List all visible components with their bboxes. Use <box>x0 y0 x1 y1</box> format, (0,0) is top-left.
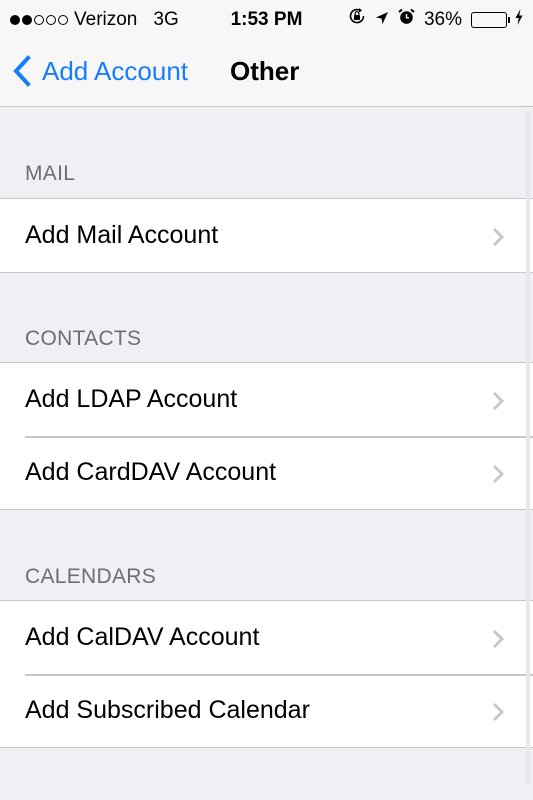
status-right: 36% <box>348 0 523 40</box>
list-item-add-carddav-account[interactable]: Add CardDAV Account <box>0 436 533 509</box>
list-item-label: Add Subscribed Calendar <box>25 696 310 724</box>
list-item-add-ldap-account[interactable]: Add LDAP Account <box>0 363 533 436</box>
list-item-add-mail-account[interactable]: Add Mail Account <box>0 199 533 272</box>
page-title: Other <box>230 55 300 86</box>
list-item-label: Add LDAP Account <box>25 385 238 413</box>
chevron-left-icon <box>13 55 31 87</box>
chevron-right-icon <box>492 227 505 246</box>
navigation-bar: Add Account Other <box>0 40 533 107</box>
section-contacts: Add LDAP Account Add CardDAV Account <box>0 362 533 510</box>
list-item-label: Add CardDAV Account <box>25 458 277 486</box>
back-button[interactable]: Add Account <box>12 40 188 102</box>
location-arrow-icon <box>375 0 389 40</box>
alarm-icon <box>398 0 415 40</box>
charging-bolt-icon <box>515 0 523 40</box>
battery-percentage: 36% <box>423 9 462 30</box>
section-header-calendars: CALENDARS <box>25 565 157 588</box>
list-item-label: Add Mail Account <box>25 221 219 249</box>
orientation-lock-icon <box>348 0 366 40</box>
list-item-label: Add CalDAV Account <box>25 623 260 651</box>
chevron-right-icon <box>492 629 505 648</box>
section-header-mail: MAIL <box>25 162 76 185</box>
list-item-add-caldav-account[interactable]: Add CalDAV Account <box>0 601 533 674</box>
scroll-indicator[interactable] <box>526 110 530 786</box>
section-header-contacts: CONTACTS <box>25 327 142 350</box>
section-mail: Add Mail Account <box>0 198 533 273</box>
chevron-right-icon <box>492 464 505 483</box>
status-bar: Verizon 3G 1:53 PM 36% <box>0 0 533 40</box>
list-item-add-subscribed-calendar[interactable]: Add Subscribed Calendar <box>0 674 533 747</box>
battery-icon <box>471 12 510 28</box>
back-button-label: Add Account <box>42 55 188 86</box>
chevron-right-icon <box>492 391 505 410</box>
chevron-right-icon <box>492 702 505 721</box>
section-calendars: Add CalDAV Account Add Subscribed Calend… <box>0 600 533 748</box>
